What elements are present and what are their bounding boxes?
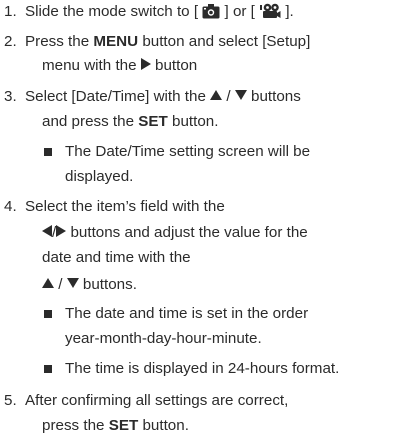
step-4-line-1: Select the item’s field with the — [25, 198, 225, 215]
square-bullet-icon — [44, 310, 52, 318]
text-fragment: and press the — [42, 113, 139, 130]
triangle-down-icon — [234, 90, 247, 100]
menu-keyword: MENU — [93, 33, 139, 50]
step-number: 2. — [4, 33, 17, 50]
text-fragment: buttons — [246, 88, 301, 105]
step-5: 5. After confirming all settings are cor… — [0, 392, 408, 410]
triangle-left-icon — [42, 225, 52, 237]
step-number: 3. — [4, 88, 17, 105]
step-4-note-1: The date and time is set in the order — [0, 305, 408, 323]
note-text: The time is displayed in 24-hours format… — [65, 360, 340, 377]
square-bullet-icon — [44, 148, 52, 156]
text-fragment: button. — [167, 113, 219, 130]
step-4-note-1-line-2: year-month-day-hour-minute. — [65, 330, 262, 347]
step-4-line-2: / buttons and adjust the value for the — [42, 224, 308, 242]
step-number: 1. — [4, 3, 17, 20]
text-fragment: ] or [ — [220, 3, 260, 20]
triangle-right-icon — [140, 58, 151, 70]
step-3-line-1: Select [Date/Time] with the / buttons — [25, 88, 301, 106]
text-fragment: Select [Date/Time] with the — [25, 88, 211, 105]
set-keyword: SET — [138, 113, 168, 130]
triangle-up-icon — [210, 90, 223, 100]
step-5-line-2: press the SET button. — [42, 417, 189, 435]
step-2-line-1: Press the MENU button and select [Setup] — [25, 33, 310, 51]
step-2-line-2: menu with the button — [42, 57, 197, 75]
text-fragment: / — [222, 88, 235, 105]
camera-icon — [202, 4, 220, 19]
text-fragment: Press the — [25, 33, 94, 50]
text-fragment: button and select [Setup] — [138, 33, 311, 50]
square-bullet-icon — [44, 365, 52, 373]
step-number: 4. — [4, 198, 17, 215]
text-fragment: Slide the mode switch to [ — [25, 3, 203, 20]
triangle-up-icon — [42, 278, 54, 288]
note-text: The date and time is set in the order — [65, 305, 309, 322]
step-2: 2. Press the MENU button and select [Set… — [0, 33, 408, 51]
set-keyword: SET — [108, 417, 139, 434]
step-3-note-line-2: displayed. — [65, 168, 134, 185]
step-4: 4. Select the item’s field with the — [0, 198, 408, 216]
movie-camera-icon — [260, 3, 281, 18]
step-1: 1. Slide the mode switch to [ ] or [ ]. — [0, 3, 408, 21]
step-3-note: The Date/Time setting screen will be — [0, 143, 408, 161]
text-fragment: button — [150, 57, 198, 74]
triangle-down-icon — [66, 278, 79, 288]
step-4-line-3: date and time with the — [42, 249, 191, 266]
text-fragment: menu with the — [42, 57, 141, 74]
step-3-line-2: and press the SET button. — [42, 113, 218, 131]
note-text: The Date/Time setting screen will be — [65, 143, 311, 160]
text-fragment: / — [54, 276, 67, 293]
step-5-line-1: After confirming all settings are correc… — [25, 392, 289, 409]
step-1-text: Slide the mode switch to [ ] or [ ]. — [25, 3, 294, 21]
step-3: 3. Select [Date/Time] with the / buttons — [0, 88, 408, 106]
instruction-document: 1. Slide the mode switch to [ ] or [ ]. … — [0, 0, 408, 442]
step-4-note-2: The time is displayed in 24-hours format… — [0, 360, 408, 378]
triangle-right-icon — [56, 225, 67, 237]
step-number: 5. — [4, 392, 17, 409]
text-fragment: button. — [138, 417, 189, 434]
step-4-line-4: / buttons. — [42, 276, 137, 294]
text-fragment: ]. — [281, 3, 294, 20]
text-fragment: buttons. — [78, 276, 137, 293]
text-fragment: buttons and adjust the value for the — [66, 224, 308, 241]
text-fragment: press the — [42, 417, 109, 434]
